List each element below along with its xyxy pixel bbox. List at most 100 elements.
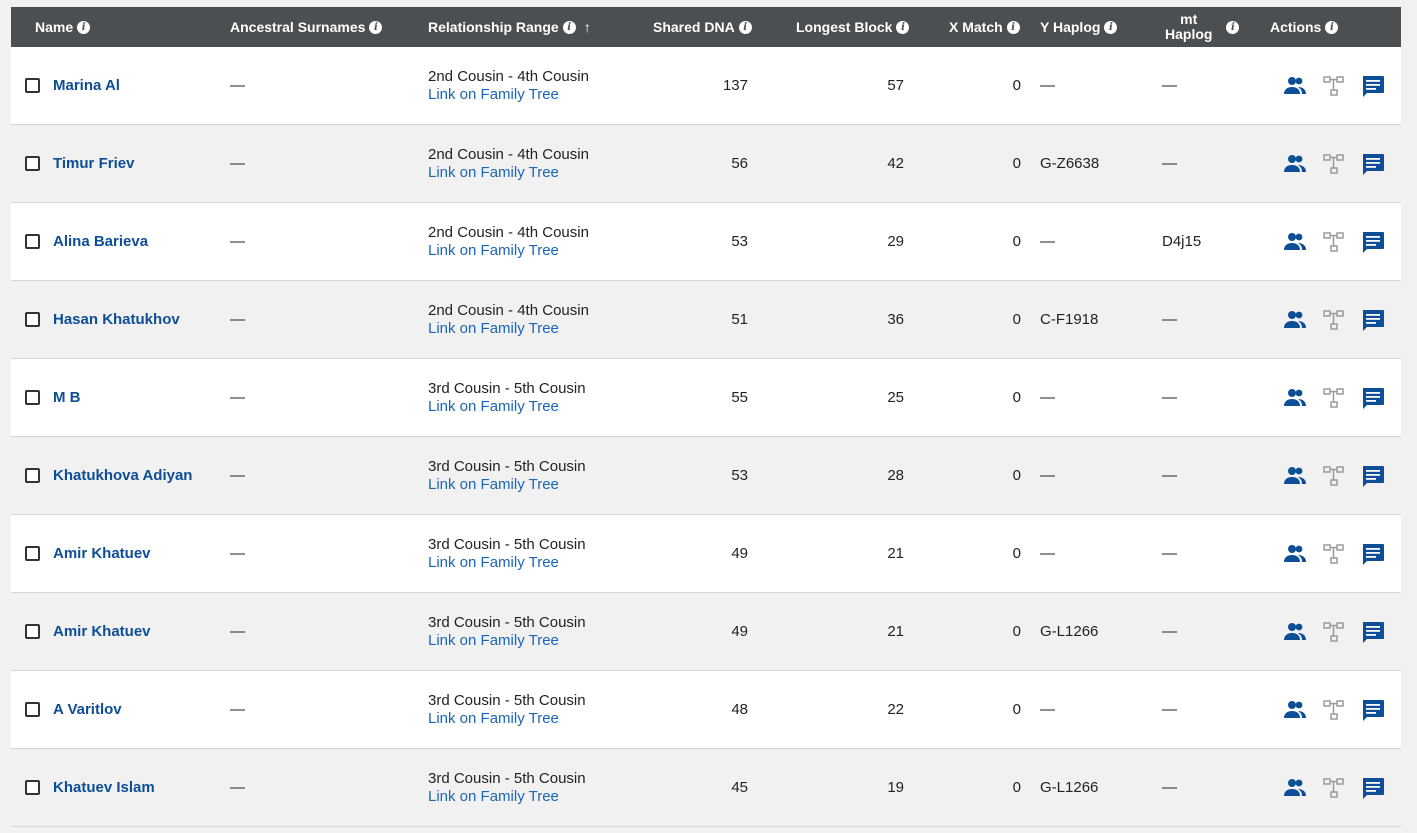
family-tree-icon[interactable] [1322,75,1346,97]
link-on-family-tree[interactable]: Link on Family Tree [428,632,559,650]
row-checkbox[interactable] [25,390,40,405]
row-checkbox[interactable] [25,312,40,327]
row-checkbox[interactable] [25,624,40,639]
longest-block: 22 [887,701,904,718]
header-x-match[interactable]: X Match i [949,7,1020,47]
row-checkbox-cell[interactable] [25,671,40,748]
family-tree-icon[interactable] [1322,153,1346,175]
message-icon[interactable] [1361,75,1385,97]
row-checkbox-cell[interactable] [25,749,40,826]
match-name-link[interactable]: Marina Al [53,47,120,124]
link-on-family-tree[interactable]: Link on Family Tree [428,788,559,806]
row-checkbox-cell[interactable] [25,437,40,514]
x-match: 0 [1012,701,1021,718]
header-shared-dna[interactable]: Shared DNA i [653,7,752,47]
people-icon[interactable] [1283,465,1307,487]
family-tree-icon[interactable] [1322,231,1346,253]
family-tree-icon[interactable] [1322,465,1346,487]
shared-dna: 48 [731,701,748,718]
row-checkbox[interactable] [25,780,40,795]
row-checkbox[interactable] [25,78,40,93]
link-on-family-tree[interactable]: Link on Family Tree [428,710,559,728]
message-icon[interactable] [1361,153,1385,175]
relationship-range-cell: 2nd Cousin - 4th Cousin Link on Family T… [428,281,589,358]
match-name-link[interactable]: Amir Khatuev [53,515,151,592]
match-name-link[interactable]: A Varitlov [53,671,122,748]
row-checkbox-cell[interactable] [25,593,40,670]
info-icon[interactable]: i [562,20,576,34]
message-icon[interactable] [1361,621,1385,643]
people-icon[interactable] [1283,387,1307,409]
people-icon[interactable] [1283,75,1307,97]
family-tree-icon[interactable] [1322,699,1346,721]
info-icon[interactable]: i [1226,20,1240,34]
info-icon[interactable]: i [369,20,383,34]
info-icon[interactable]: i [738,20,752,34]
match-name-link[interactable]: Amir Khatuev [53,593,151,670]
people-icon[interactable] [1283,543,1307,565]
ancestral-surnames: — [230,155,245,172]
link-on-family-tree[interactable]: Link on Family Tree [428,320,559,338]
people-icon[interactable] [1283,153,1307,175]
row-checkbox-cell[interactable] [25,47,40,124]
match-name-link[interactable]: Khatuev Islam [53,749,155,826]
family-tree-icon[interactable] [1322,543,1346,565]
link-on-family-tree[interactable]: Link on Family Tree [428,398,559,416]
match-name-link[interactable]: Hasan Khatukhov [53,281,180,358]
row-checkbox[interactable] [25,702,40,717]
table-row: Khatuev Islam — 3rd Cousin - 5th Cousin … [11,749,1401,827]
family-tree-icon[interactable] [1322,387,1346,409]
people-icon[interactable] [1283,231,1307,253]
row-checkbox-cell[interactable] [25,203,40,280]
row-checkbox-cell[interactable] [25,281,40,358]
link-on-family-tree[interactable]: Link on Family Tree [428,476,559,494]
header-name[interactable]: Name i [35,7,91,47]
people-icon[interactable] [1283,621,1307,643]
message-icon[interactable] [1361,309,1385,331]
family-tree-icon[interactable] [1322,621,1346,643]
link-on-family-tree[interactable]: Link on Family Tree [428,86,559,104]
family-tree-icon[interactable] [1322,777,1346,799]
match-name-link[interactable]: Alina Barieva [53,203,148,280]
row-checkbox-cell[interactable] [25,359,40,436]
info-icon[interactable]: i [896,20,910,34]
row-checkbox[interactable] [25,156,40,171]
people-icon[interactable] [1283,699,1307,721]
y-haplog: G-Z6638 [1040,155,1100,172]
message-icon[interactable] [1361,231,1385,253]
header-y-haplog[interactable]: Y Haplog i [1040,7,1118,47]
shared-dna: 49 [731,623,748,640]
mt-haplog: — [1162,389,1177,406]
row-checkbox-cell[interactable] [25,125,40,202]
info-icon[interactable]: i [1006,20,1020,34]
message-icon[interactable] [1361,699,1385,721]
sort-arrow-up-icon[interactable]: ↑ [584,19,591,35]
relationship-range-cell: 3rd Cousin - 5th Cousin Link on Family T… [428,437,586,514]
people-icon[interactable] [1283,309,1307,331]
link-on-family-tree[interactable]: Link on Family Tree [428,164,559,182]
family-tree-icon[interactable] [1322,309,1346,331]
message-icon[interactable] [1361,777,1385,799]
row-checkbox[interactable] [25,546,40,561]
info-icon[interactable]: i [1325,20,1339,34]
header-mt-haplog[interactable]: mt Haplog i [1165,7,1240,47]
row-checkbox-cell[interactable] [25,515,40,592]
header-longest-block[interactable]: Longest Block i [796,7,910,47]
info-icon[interactable]: i [1104,20,1118,34]
message-icon[interactable] [1361,543,1385,565]
link-on-family-tree[interactable]: Link on Family Tree [428,242,559,260]
match-name-link[interactable]: Timur Friev [53,125,134,202]
row-checkbox[interactable] [25,234,40,249]
people-icon[interactable] [1283,777,1307,799]
row-checkbox[interactable] [25,468,40,483]
relationship-range-cell: 3rd Cousin - 5th Cousin Link on Family T… [428,749,586,826]
header-relationship-range[interactable]: Relationship Range i ↑ [428,7,591,47]
match-name-link[interactable]: M B [53,359,81,436]
link-on-family-tree[interactable]: Link on Family Tree [428,554,559,572]
match-name-link[interactable]: Khatukhova Adiyan [53,437,192,514]
message-icon[interactable] [1361,465,1385,487]
info-icon[interactable]: i [77,20,91,34]
message-icon[interactable] [1361,387,1385,409]
y-haplog: — [1040,233,1055,250]
header-ancestral-surnames[interactable]: Ancestral Surnames i [230,7,383,47]
